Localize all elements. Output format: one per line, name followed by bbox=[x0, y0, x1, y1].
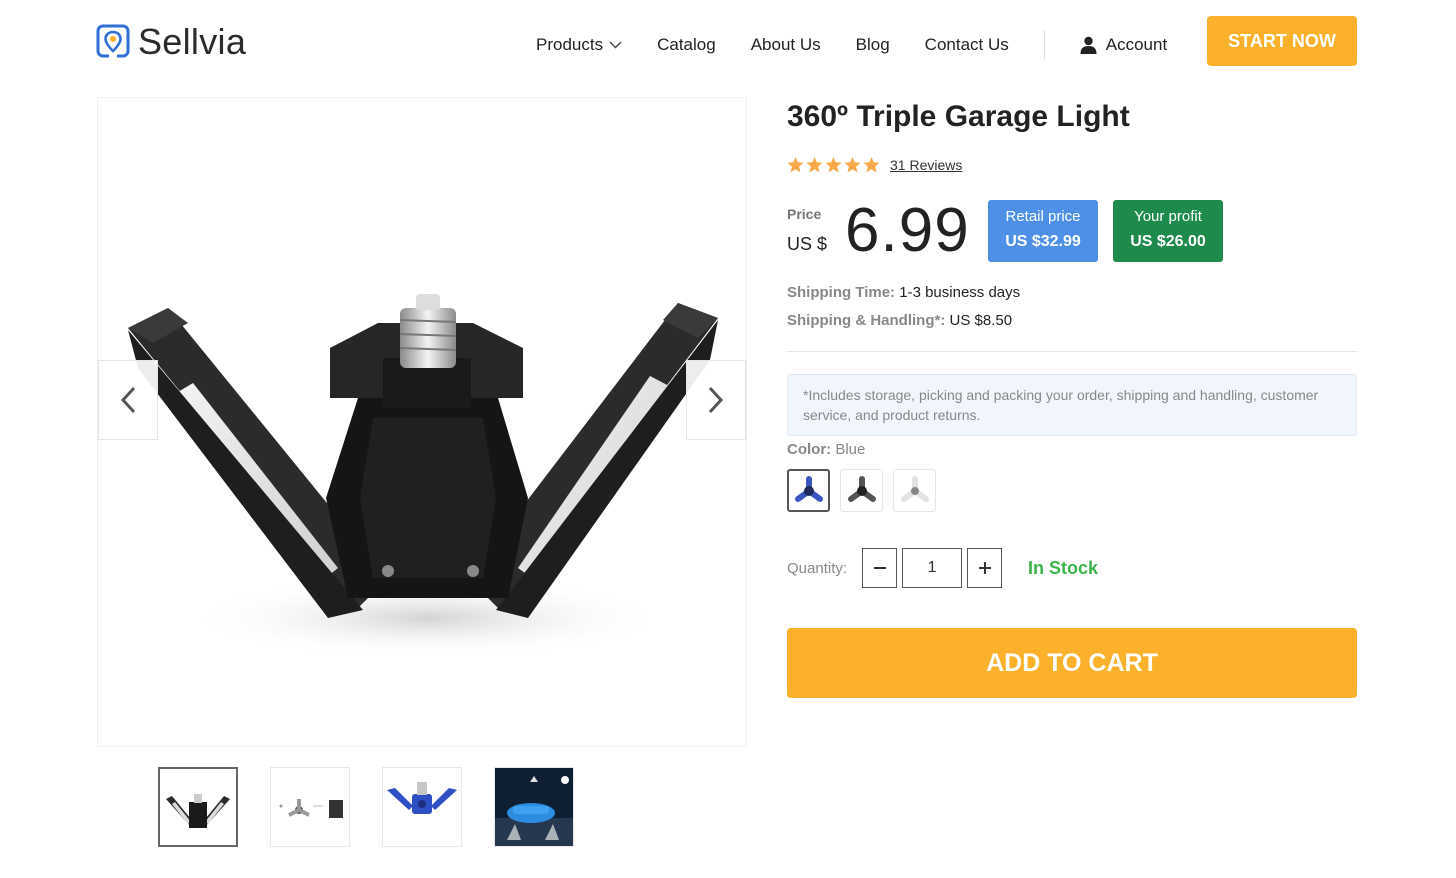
shipping-time-value: 1-3 business days bbox=[899, 284, 1021, 301]
product-details: 360º Triple Garage Light 31 Reviews Pric… bbox=[787, 97, 1357, 698]
retail-price-badge: Retail price US $32.99 bbox=[988, 200, 1098, 262]
shipping-notice: *Includes storage, picking and packing y… bbox=[787, 374, 1357, 436]
plus-icon bbox=[978, 562, 991, 574]
thumbnail-strip bbox=[158, 767, 574, 847]
main-nav: Products Catalog About Us Blog Contact U… bbox=[536, 30, 1167, 60]
quantity-increase-button[interactable] bbox=[967, 548, 1003, 588]
swatch-image bbox=[900, 475, 929, 502]
color-key: Color: bbox=[787, 441, 832, 458]
product-main-image[interactable] bbox=[97, 97, 747, 747]
account-link[interactable]: Account bbox=[1080, 35, 1167, 55]
logo[interactable]: Sellvia bbox=[96, 22, 246, 62]
start-now-button[interactable]: START NOW bbox=[1207, 16, 1357, 66]
quantity-decrease-button[interactable] bbox=[862, 548, 898, 588]
chevron-down-icon bbox=[609, 41, 622, 49]
retail-price-label: Retail price bbox=[1005, 208, 1081, 225]
nav-item-about-us[interactable]: About Us bbox=[751, 35, 821, 55]
price-currency: US $ bbox=[787, 234, 828, 254]
swatch-image bbox=[847, 475, 876, 502]
shipping-handling-value: US $8.50 bbox=[949, 312, 1013, 329]
star-icon bbox=[787, 157, 804, 173]
swatch-black[interactable] bbox=[840, 469, 883, 512]
quantity-label: Quantity: bbox=[787, 559, 848, 577]
retail-price-amount: US $32.99 bbox=[1005, 233, 1081, 250]
star-icon bbox=[825, 157, 842, 173]
stock-status: In Stock bbox=[1028, 557, 1099, 578]
thumbnail-image bbox=[166, 794, 230, 828]
user-icon bbox=[1080, 36, 1097, 54]
thumbnail-4[interactable] bbox=[494, 767, 574, 847]
thumbnail-image bbox=[387, 782, 457, 814]
shipping-time-key: Shipping Time: bbox=[787, 284, 896, 301]
swatch-blue[interactable] bbox=[787, 469, 830, 512]
garage-light-image bbox=[128, 294, 718, 658]
color-label: Color: Blue bbox=[787, 441, 865, 458]
chevron-right-icon bbox=[708, 386, 724, 414]
location-pin-icon bbox=[96, 24, 130, 58]
account-label: Account bbox=[1105, 35, 1168, 54]
nav-item-label: Blog bbox=[855, 35, 890, 54]
nav-item-contact-us[interactable]: Contact Us bbox=[925, 35, 1009, 55]
nav-divider bbox=[1043, 30, 1045, 60]
price-block: Price US $ 6.99 Retail price US $32.99 Y… bbox=[787, 196, 1357, 270]
nav-item-catalog[interactable]: Catalog bbox=[657, 35, 716, 55]
chevron-left-icon bbox=[120, 386, 136, 414]
color-value: Blue bbox=[835, 441, 866, 458]
thumbnail-image bbox=[279, 799, 343, 818]
nav-item-label: Catalog bbox=[657, 35, 716, 54]
next-image-button[interactable] bbox=[686, 360, 746, 440]
add-to-cart-button[interactable]: ADD TO CART bbox=[787, 628, 1357, 698]
shipping-handling-key: Shipping & Handling*: bbox=[787, 312, 946, 329]
nav-item-label: Products bbox=[536, 35, 604, 54]
product-title: 360º Triple Garage Light bbox=[787, 100, 1130, 133]
shipping-handling: Shipping & Handling*: US $8.50 bbox=[787, 312, 1012, 329]
swatch-white[interactable] bbox=[893, 469, 936, 512]
nav-item-blog[interactable]: Blog bbox=[856, 35, 890, 55]
color-swatches bbox=[787, 469, 936, 512]
profit-label: Your profit bbox=[1134, 208, 1202, 225]
star-icon bbox=[863, 157, 880, 173]
price-label: Price bbox=[787, 206, 822, 222]
thumbnail-1[interactable] bbox=[158, 767, 238, 847]
nav-item-products[interactable]: Products bbox=[536, 35, 622, 55]
shipping-time: Shipping Time: 1-3 business days bbox=[787, 284, 1020, 301]
quantity-input[interactable] bbox=[902, 548, 963, 588]
minus-icon bbox=[873, 567, 886, 569]
star-icon bbox=[844, 157, 861, 173]
thumbnail-2[interactable] bbox=[270, 767, 350, 847]
profit-badge: Your profit US $26.00 bbox=[1113, 200, 1223, 262]
quantity-row: Quantity: In Stock bbox=[787, 548, 1098, 588]
star-rating bbox=[787, 157, 880, 173]
profit-amount: US $26.00 bbox=[1130, 233, 1206, 250]
thumbnail-3[interactable] bbox=[382, 767, 462, 847]
nav-item-label: About Us bbox=[750, 35, 821, 54]
price-value: 6.99 bbox=[845, 196, 970, 265]
prev-image-button[interactable] bbox=[98, 360, 158, 440]
divider bbox=[787, 351, 1357, 352]
nav-item-label: Contact Us bbox=[924, 35, 1009, 54]
swatch-image bbox=[794, 475, 823, 502]
reviews-link[interactable]: 31 Reviews bbox=[890, 157, 962, 173]
site-header: Sellvia Products Catalog About Us Blog C… bbox=[0, 0, 1456, 82]
thumbnail-image bbox=[495, 768, 573, 846]
star-icon bbox=[806, 157, 823, 173]
rating: 31 Reviews bbox=[787, 157, 962, 173]
logo-text: Sellvia bbox=[138, 21, 247, 62]
